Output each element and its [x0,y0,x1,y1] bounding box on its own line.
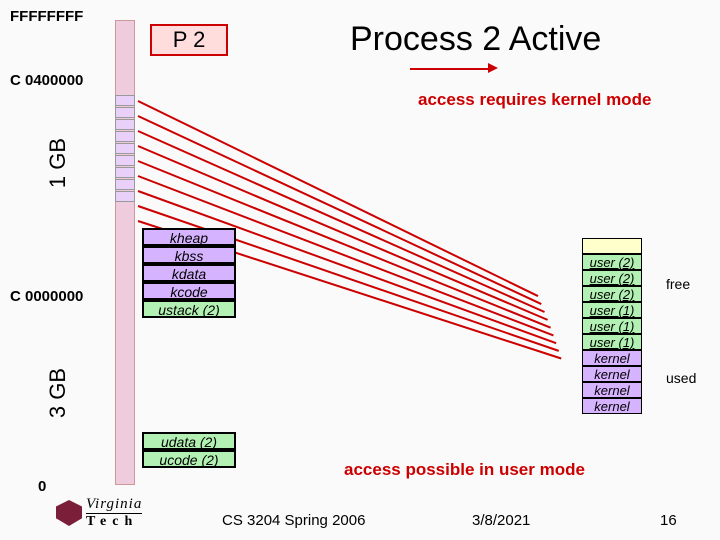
note-user-mode: access possible in user mode [344,460,585,480]
arrowhead-icon [488,63,498,73]
seg-kcode: kcode [142,282,236,300]
process-2-box: P 2 [150,24,228,56]
p2-label: P 2 [173,27,206,52]
as-row [115,131,135,142]
as-row [115,167,135,178]
phys-page: user (2) [582,254,642,270]
annot-free: free [666,276,690,292]
phys-page: kernel [582,366,642,382]
as-row [115,155,135,166]
footer-page: 16 [660,512,677,529]
phys-page: kernel [582,350,642,366]
as-row [115,119,135,130]
seg-ustack: ustack (2) [142,300,236,318]
label-1gb: 1 GB [45,138,71,188]
phys-page: user (1) [582,318,642,334]
seg-ucode: ucode (2) [142,450,236,468]
as-row [115,107,135,118]
seg-kbss: kbss [142,246,236,264]
addr-bottom: 0 [38,478,46,495]
as-row [115,143,135,154]
vt-logo: Virginia Tech [56,496,142,530]
arrow-under-title [410,68,490,70]
footer-course: CS 3204 Spring 2006 [222,512,365,529]
phys-page: user (1) [582,302,642,318]
seg-kheap: kheap [142,228,236,246]
addr-upper: C 0400000 [10,72,83,89]
seg-udata: udata (2) [142,432,236,450]
note-kernel-mode: access requires kernel mode [418,90,651,110]
page-title: Process 2 Active [350,20,601,59]
addr-mid: C 0000000 [10,288,83,305]
phys-page: user (2) [582,270,642,286]
as-row [115,95,135,106]
vt-shield-icon [56,500,82,526]
phys-page: user (1) [582,334,642,350]
addr-top: FFFFFFFF [10,8,83,25]
addr-space-column [115,20,135,485]
footer-date: 3/8/2021 [472,512,530,529]
seg-kdata: kdata [142,264,236,282]
phys-page: kernel [582,382,642,398]
phys-page: kernel [582,398,642,414]
annot-used: used [666,370,696,386]
phys-page: user (2) [582,286,642,302]
as-row [115,179,135,190]
label-3gb: 3 GB [45,368,71,418]
phys-page [582,238,642,254]
as-row [115,191,135,202]
